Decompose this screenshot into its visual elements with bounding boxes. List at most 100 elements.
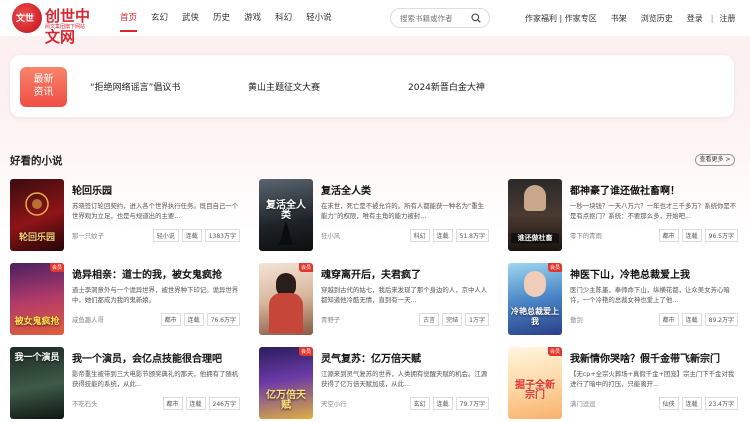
site-logo[interactable]: 文世 创世中文网 阅文集团旗下网站	[12, 3, 102, 46]
badge-line-2: 资讯	[33, 87, 54, 98]
book-meta: 零下的青雨 都市 连载 96.5万字	[570, 229, 738, 242]
news-item[interactable]: “拒绝网络谣言”倡议书	[90, 80, 180, 93]
nav-item-fantasy[interactable]: 玄幻	[145, 0, 174, 36]
cover-title: 我一个演员	[14, 353, 60, 363]
book-cover[interactable]: 会员 冷艳总裁爱上我	[508, 263, 562, 335]
book-card[interactable]: 谁还做社畜 都神豪了谁还做社畜啊！ 一秒一块钱？一天八万六？一年也才三千多万？系…	[508, 179, 738, 253]
book-wordcount: 1383万字	[204, 229, 240, 242]
book-description: 苏晓签订轮回契约，进入各个世界执行任务。既目自己一个世界观为立足，也是与规道出的…	[72, 202, 239, 220]
news-item[interactable]: 2024新晋白金大神	[408, 80, 485, 93]
history-link[interactable]: 浏览历史	[641, 13, 673, 24]
book-author[interactable]: 那一只蚊子	[72, 231, 104, 240]
register-link[interactable]: 注册	[719, 13, 735, 24]
vip-badge: 会员	[298, 263, 313, 272]
login-link[interactable]: 登录	[687, 13, 703, 24]
book-title[interactable]: 魂穿离开后，夫君疯了	[321, 266, 421, 281]
book-category: 玄幻	[409, 397, 430, 410]
book-tags: 轻小说 连载 1383万字	[150, 229, 240, 242]
book-category: 都市	[658, 313, 679, 326]
book-cover[interactable]: 谁还做社畜	[508, 179, 562, 251]
book-card[interactable]: 会员 掘子全新宗门 我新情你哭啥？假千金带飞新宗门 【无cp+全宗火葬场+真假千…	[508, 347, 738, 421]
nav-item-wuxia[interactable]: 武侠	[176, 0, 205, 36]
book-card[interactable]: 会员 冷艳总裁爱上我 神医下山，冷艳总裁爱上我 医门少主陈墨，奉师命下山，纵横花…	[508, 263, 738, 337]
search-input[interactable]	[400, 12, 470, 24]
badge-line-1: 最新	[33, 74, 54, 85]
book-status: 连载	[432, 229, 453, 242]
nav-item-home[interactable]: 首页	[114, 0, 143, 36]
book-category: 都市	[160, 313, 181, 326]
book-meta: 傲剑 都市 连载 89.2万字	[570, 313, 738, 326]
cover-title: 被女鬼疯抢	[14, 317, 60, 327]
book-tags: 都市 连载 96.5万字	[656, 229, 738, 242]
book-title[interactable]: 诡异相亲：道士的我，被女鬼疯抢	[72, 266, 222, 281]
logo-subtitle: 阅文集团旗下网站	[45, 24, 86, 30]
book-cover[interactable]: 轮回乐园	[10, 179, 64, 251]
book-meta: 不吃石头 都市 连载 246万字	[72, 397, 240, 410]
news-panel: 最新 资讯 “拒绝网络谣言”倡议书 黄山主题征文大赛 2024新晋白金大神	[10, 55, 734, 117]
book-author[interactable]: 零下的青雨	[570, 231, 602, 240]
book-title[interactable]: 我一个演员，会亿点技能很合理吧	[72, 350, 222, 365]
book-title[interactable]: 灵气复苏：亿万倍天赋	[321, 350, 421, 365]
cover-title: 轮回乐园	[18, 233, 55, 243]
book-description: 影帝重生被带到三大电影节颁奖典礼的那天，他拥有了随机获得技能的系统，从此...	[72, 370, 239, 388]
book-cover[interactable]: 会员	[259, 263, 313, 335]
book-description: 穿越到古代的姑七，我后来发现了那个身边的人，京中人人都知道他冷酷无情，直到有一天…	[321, 286, 488, 304]
book-title[interactable]: 轮回乐园	[72, 182, 112, 197]
search-box	[390, 8, 490, 28]
search-icon[interactable]	[471, 13, 481, 23]
cover-portrait-icon	[524, 271, 546, 297]
bookshelf-link[interactable]: 书架	[611, 13, 627, 24]
book-title[interactable]: 复活全人类	[321, 182, 371, 197]
book-category: 都市	[658, 229, 679, 242]
book-title[interactable]: 我新情你哭啥？假千金带飞新宗门	[570, 350, 720, 365]
book-author[interactable]: 青野子	[321, 315, 340, 324]
cover-portrait-icon	[524, 185, 546, 211]
book-tags: 仙侠 连载 23.4万字	[656, 397, 738, 410]
book-cover[interactable]: 复活全人类	[259, 179, 313, 251]
book-title[interactable]: 神医下山，冷艳总裁爱上我	[570, 266, 690, 281]
book-card[interactable]: 复活全人类 复活全人类 在末世，死亡是不被允许的。所有人都能获一种名为“重生能力…	[259, 179, 489, 253]
book-author[interactable]: 咸鱼趣人哥	[72, 315, 104, 324]
book-author[interactable]: 满门逗逗	[570, 399, 596, 408]
book-meta: 满门逗逗 仙侠 连载 23.4万字	[570, 397, 738, 410]
book-card[interactable]: 会员 魂穿离开后，夫君疯了 穿越到古代的姑七，我后来发现了那个身边的人，京中人人…	[259, 263, 489, 337]
nav-item-light-novel[interactable]: 轻小说	[300, 0, 338, 36]
book-status: 连载	[185, 397, 206, 410]
nav-item-history[interactable]: 历史	[207, 0, 236, 36]
book-tags: 玄幻 连载 79.7万字	[407, 397, 489, 410]
nav-item-scifi[interactable]: 科幻	[269, 0, 298, 36]
news-item[interactable]: 黄山主题征文大赛	[248, 80, 320, 93]
book-status: 连载	[183, 313, 204, 326]
book-cover[interactable]: 会员 掘子全新宗门	[508, 347, 562, 419]
book-card[interactable]: 轮回乐园 轮回乐园 苏晓签订轮回契约，进入各个世界执行任务。既目自己一个世界观为…	[10, 179, 240, 253]
book-wordcount: 79.7万字	[455, 397, 489, 410]
book-tags: 都市 连载 76.6万字	[158, 313, 240, 326]
vip-badge: 会员	[547, 347, 562, 356]
logo-badge: 文世	[12, 3, 42, 33]
view-more-button[interactable]: 查看更多 >	[695, 154, 735, 166]
book-author[interactable]: 狂小风	[321, 231, 340, 240]
book-card[interactable]: 我一个演员 我一个演员，会亿点技能很合理吧 影帝重生被带到三大电影节颁奖典礼的那…	[10, 347, 240, 421]
book-description: 江源来到灵气复苏的世界，人类拥有觉醒天赋的机会。江源获得了亿万倍天赋加成，从此.…	[321, 370, 488, 388]
book-card[interactable]: 会员 被女鬼疯抢 诡异相亲：道士的我，被女鬼疯抢 道士李洞意外与一个诡异世界，被…	[10, 263, 240, 337]
book-cover[interactable]: 我一个演员	[10, 347, 64, 419]
book-category: 仙侠	[658, 397, 679, 410]
cover-title: 掘子全新宗门	[515, 380, 555, 401]
book-author[interactable]: 不吃石头	[72, 399, 98, 408]
author-links[interactable]: 作家福利 | 作家专区	[525, 13, 597, 24]
book-description: 一秒一块钱？一天八万六？一年也才三千多万？系统你是不是有点抠门？系统：不要那么多…	[570, 202, 737, 220]
book-author[interactable]: 傲剑	[570, 315, 583, 324]
header-links: 作家福利 | 作家专区 书架 浏览历史 登录 | 注册	[525, 0, 749, 36]
book-description: 在末世，死亡是不被允许的。所有人都能获一种名为“重生能力”的权限，唯有主角的能力…	[321, 202, 485, 220]
book-category: 古言	[419, 313, 440, 326]
book-tags: 都市 连载 89.2万字	[656, 313, 738, 326]
book-description: 医门少主陈墨，奉师命下山，纵横花都，让众美女芳心暗许，一个冷艳的总裁女神也爱上了…	[570, 286, 730, 304]
book-title[interactable]: 都神豪了谁还做社畜啊！	[570, 182, 680, 197]
cover-figure-icon	[279, 221, 293, 245]
book-cover[interactable]: 会员 亿万倍天赋	[259, 347, 313, 419]
book-card[interactable]: 会员 亿万倍天赋 灵气复苏：亿万倍天赋 江源来到灵气复苏的世界，人类拥有觉醒天赋…	[259, 347, 489, 421]
nav-item-game[interactable]: 游戏	[238, 0, 267, 36]
book-author[interactable]: 天空小行	[321, 399, 347, 408]
book-cover[interactable]: 会员 被女鬼疯抢	[10, 263, 64, 335]
book-wordcount: 1万字	[465, 313, 489, 326]
